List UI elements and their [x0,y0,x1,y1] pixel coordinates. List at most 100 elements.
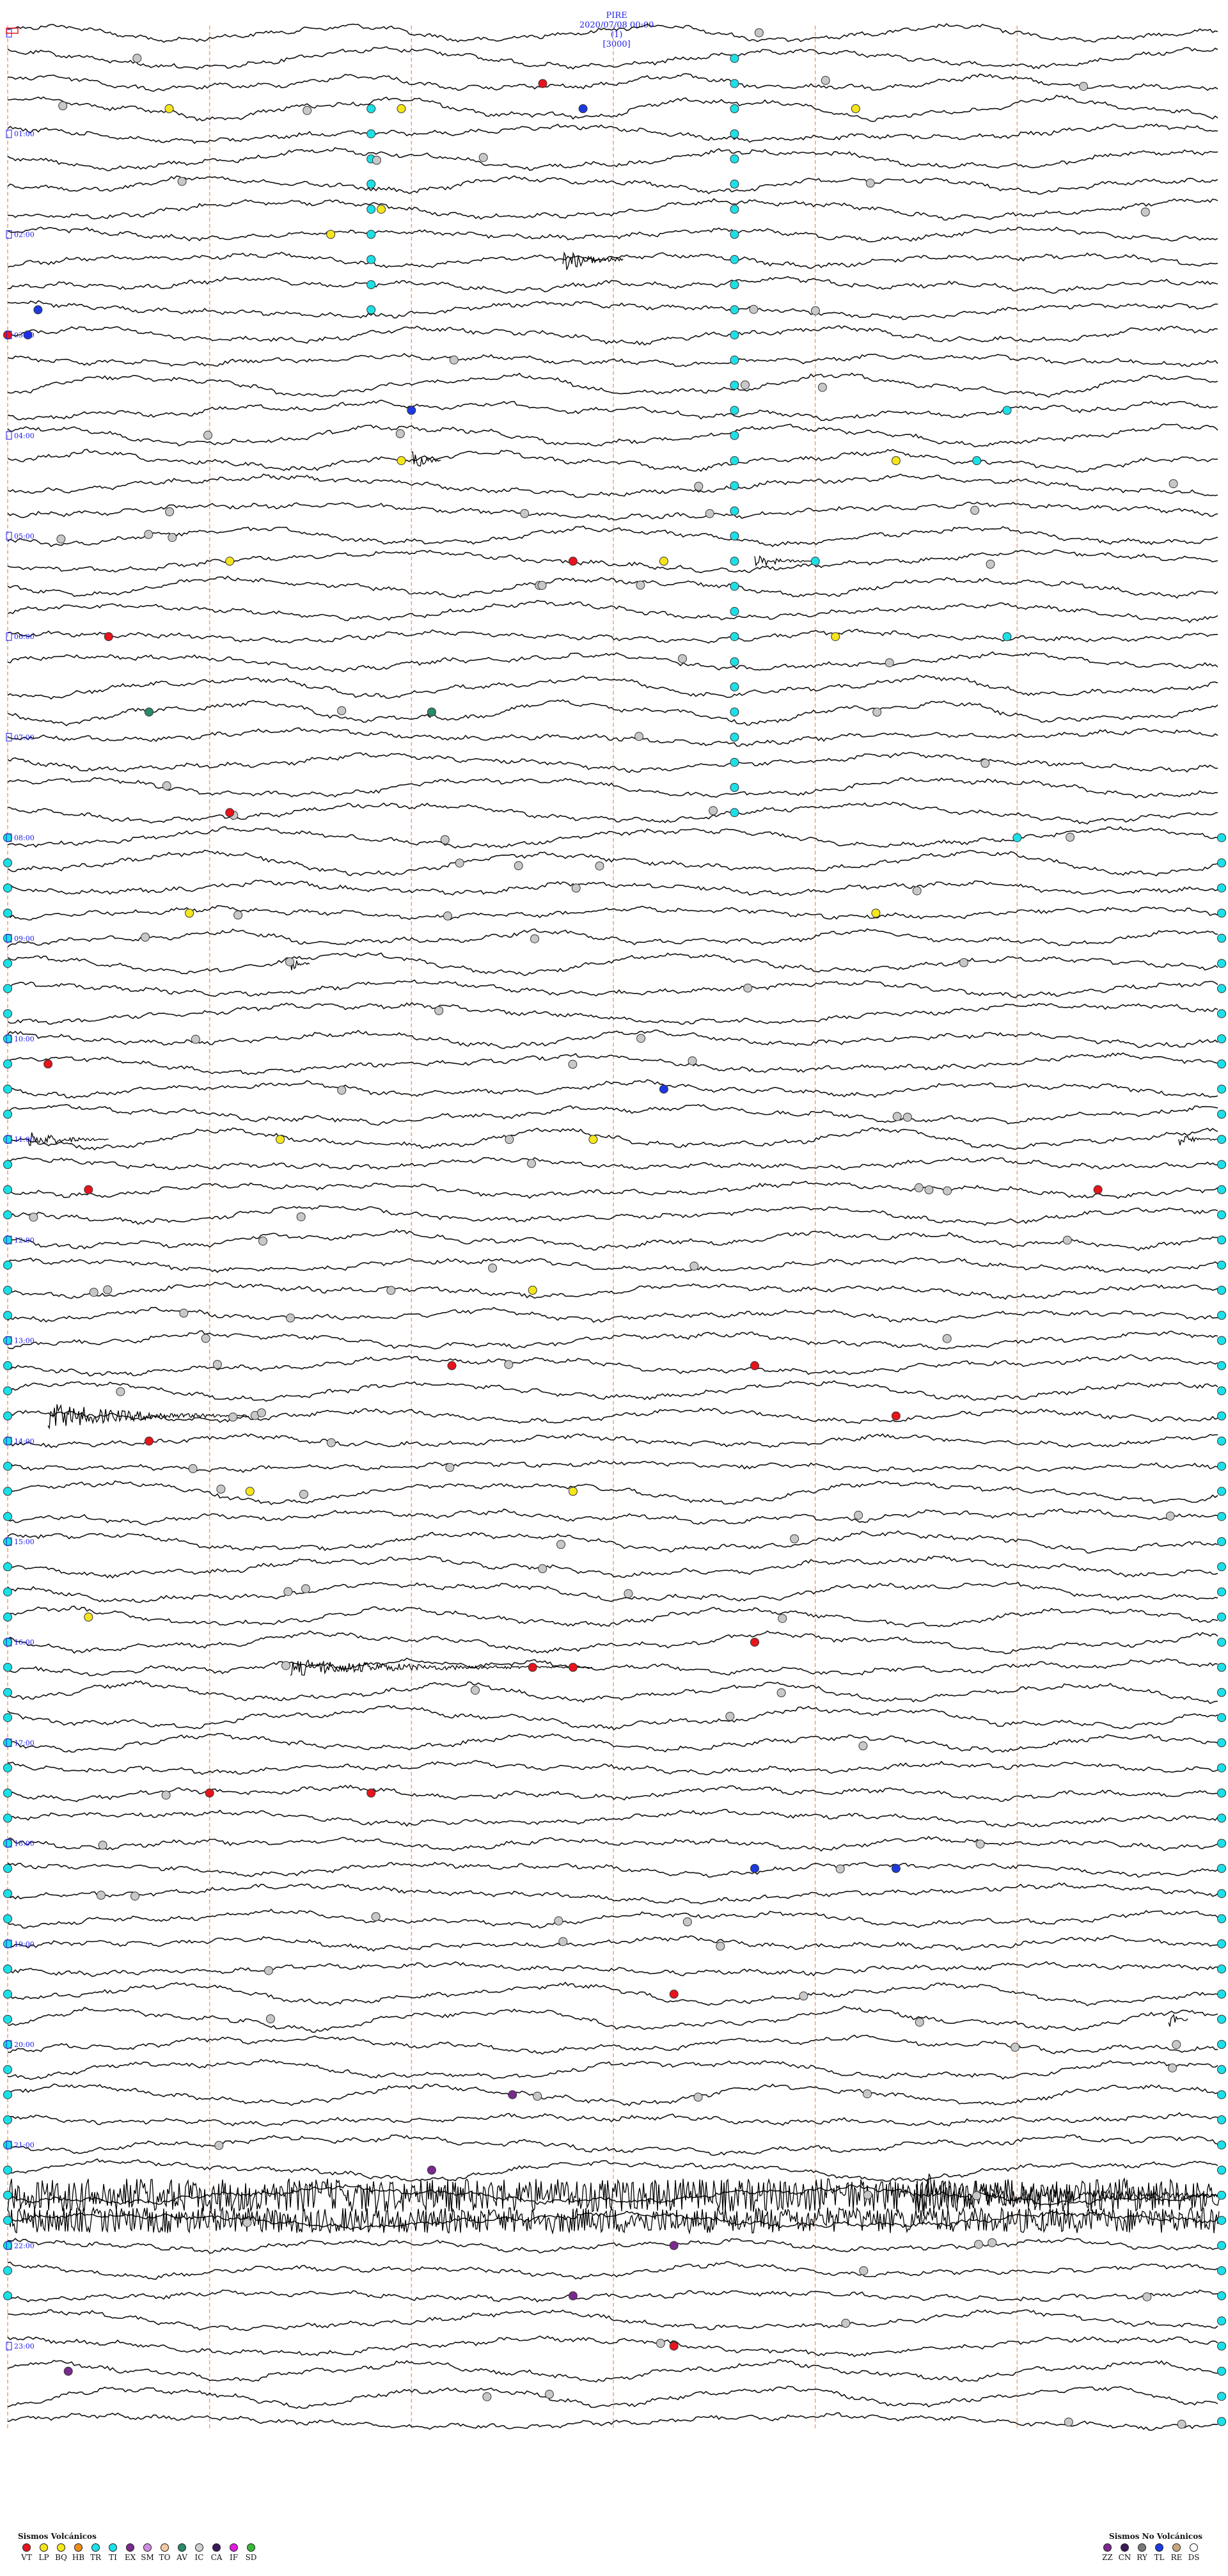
legend-volcanic-label: CA [210,2553,223,2562]
event-marker-ic [778,1614,787,1624]
event-marker-tr [1217,1687,1226,1697]
event-marker-tr [3,1663,12,1672]
seismic-trace [7,1281,1218,1300]
event-marker-vt [669,1989,679,1999]
event-marker-tr [3,1311,12,1320]
event-marker-tr [3,1235,12,1245]
legend-volcanic-item-ic: IC [191,2543,208,2562]
hour-label: 06:00 [14,633,35,641]
event-marker-tr [3,1838,12,1848]
seismic-trace [7,1733,1218,1753]
event-marker-tr [3,1638,12,1647]
event-marker-tr [1217,1462,1226,1471]
event-marker-tr [3,1914,12,1924]
legend-nonvolcanic-item-cn: CN [1116,2543,1133,2562]
event-marker-tr [1217,1713,1226,1723]
seismic-trace [7,175,1218,195]
seismic-burst [562,251,624,271]
event-marker-ic [1079,82,1089,91]
seismic-trace [7,2238,1218,2254]
event-marker-ic [132,54,142,63]
seismic-trace [7,1157,1218,1171]
event-marker-ic [256,1408,266,1418]
event-marker-ic [58,101,68,111]
event-marker-tr [730,305,739,315]
event-marker-ic [693,2092,703,2102]
event-marker-ic [337,1086,347,1095]
event-marker-tr [366,129,376,139]
event-marker-tr [1002,632,1012,642]
event-marker-tr [1217,1638,1226,1647]
event-marker-tr [1217,2090,1226,2099]
legend-nonvolcanic: Sismos No Volcánicos ZZ CN RY TL RE DS [1099,2532,1202,2562]
event-marker-tr [730,431,739,440]
legend-volcanic-label: SD [245,2553,257,2562]
event-marker-tr [3,1336,12,1345]
event-marker-ic [544,2389,554,2399]
event-marker-tr [730,456,739,466]
seismic-trace [7,276,1218,294]
event-marker-vt [669,2341,679,2351]
event-marker-tr [1217,1160,1226,1169]
event-marker-tr [1217,1562,1226,1572]
legend-nonvolcanic-dot [1155,2543,1163,2552]
event-marker-tr [1217,1487,1226,1496]
event-marker-ic [1062,1235,1072,1245]
legend-volcanic-item-vt: VT [18,2543,35,2562]
event-marker-ic [482,2392,492,2401]
event-marker-ic [538,1564,547,1574]
event-marker-tr [3,1687,12,1697]
event-marker-ex [508,2090,517,2099]
hour-tick-box [6,431,12,440]
event-marker-ic [29,1212,38,1222]
event-marker-ic [694,482,704,491]
event-marker-ic [975,1839,985,1849]
event-marker-tr [3,2040,12,2049]
seismic-trace [7,1508,1218,1526]
event-marker-tr [3,1537,12,1546]
event-marker-ic [595,861,604,871]
legend-volcanic-label: TI [109,2553,117,2562]
event-marker-lp [397,456,406,466]
event-marker-tr [1217,1838,1226,1848]
legend-volcanic-label: HB [72,2553,85,2562]
event-marker-vt [225,808,235,818]
event-marker-tr [3,1286,12,1295]
event-marker-tr [366,255,376,264]
event-marker-ic [285,957,294,967]
legend-volcanic-title: Sismos Volcánicos [18,2532,97,2541]
seismic-trace [7,952,1218,976]
seismic-trace [7,1784,1218,1803]
event-marker-tr [3,2291,12,2300]
event-marker-tr [3,2065,12,2074]
legend-nonvolcanic-label: CN [1118,2553,1131,2562]
event-marker-lp [185,908,194,918]
event-marker-tr [1217,1260,1226,1270]
event-marker-tr [366,305,376,315]
legend-volcanic-item-av: AV [173,2543,191,2562]
event-marker-tr [1217,2392,1226,2401]
event-marker-ic [743,983,753,993]
seismic-trace [7,2385,1218,2409]
event-marker-ic [191,1034,200,1044]
event-marker-tr [3,1939,12,1948]
event-marker-tr [1217,1537,1226,1546]
event-marker-lp [164,104,174,113]
event-marker-tr [730,230,739,239]
seismic-trace [7,1433,1218,1448]
event-marker-tr [1217,1436,1226,1446]
seismic-trace [7,2083,1218,2106]
event-marker-ic [520,509,530,518]
hour-label: 22:00 [14,2241,35,2250]
seismic-trace [7,2412,1218,2431]
hour-label: 16:00 [14,1638,35,1647]
event-marker-ic [924,1185,934,1194]
seismic-trace [7,399,1218,422]
event-marker-tr [366,179,376,189]
seismic-trace [7,1657,1218,1677]
event-marker-tr [3,1185,12,1194]
event-marker-ic [841,2318,851,2328]
seismic-trace [8,2058,1218,2080]
event-marker-tr [1217,1411,1226,1421]
seismic-trace [7,1257,1218,1274]
